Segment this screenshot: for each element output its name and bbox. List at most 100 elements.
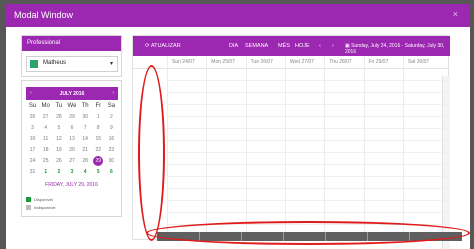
day-column-header[interactable]: Wed 27/07 [290, 59, 314, 65]
weekday-label: Su [28, 102, 37, 109]
time-slot-line [167, 164, 450, 165]
time-slot-line [167, 128, 450, 129]
time-slot-line [167, 176, 450, 177]
week-view-button[interactable]: SEMANA [245, 43, 268, 49]
weekday-label: Sa [107, 102, 116, 109]
calendar-day[interactable]: 30 [109, 158, 115, 164]
calendar-day[interactable]: 8 [97, 125, 100, 131]
day-column-header[interactable]: Tue 26/07 [251, 59, 273, 65]
calendar-day[interactable]: 12 [56, 136, 62, 142]
calendar-day[interactable]: 2 [57, 169, 60, 175]
day-column-header[interactable]: Sun 24/07 [172, 59, 195, 65]
day-column-header[interactable]: Sat 30/07 [408, 59, 429, 65]
professional-selected: Matheus [43, 60, 67, 66]
calendar-day[interactable]: 9 [110, 125, 113, 131]
calendar-day[interactable]: 26 [30, 114, 36, 120]
refresh-button[interactable]: ⟳ ATUALIZAR [145, 43, 181, 49]
time-slot-line [167, 104, 450, 105]
professional-label: Professional [22, 36, 121, 51]
professional-select[interactable]: Matheus ▾ [26, 56, 118, 72]
time-slot-line [167, 140, 450, 141]
calendar-day[interactable]: 21 [82, 147, 88, 153]
calendar-day[interactable]: 17 [30, 147, 36, 153]
time-slot-line [167, 212, 450, 213]
legend-swatch [26, 204, 31, 210]
calendar-day[interactable]: 29 [69, 114, 75, 120]
annotation-ellipse-bottom [146, 221, 470, 245]
calendar-day[interactable]: 1 [44, 169, 47, 175]
calendar-day[interactable]: 14 [82, 136, 88, 142]
calendar-day[interactable]: 18 [43, 147, 49, 153]
calendar-day[interactable]: 27 [43, 114, 49, 120]
next-week-icon[interactable]: › [332, 43, 334, 49]
calendar-month: JULY 2016 [59, 91, 85, 97]
legend-label: Disponível [34, 196, 53, 202]
calendar-header: ‹ JULY 2016 › [26, 87, 118, 100]
time-slot-line [167, 152, 450, 153]
calendar-day[interactable]: 6 [71, 125, 74, 131]
day-column-header[interactable]: Fri 29/07 [369, 59, 389, 65]
calendar-day[interactable]: 31 [30, 169, 36, 175]
day-view-button[interactable]: DIA [229, 43, 238, 49]
calendar-day[interactable]: 13 [69, 136, 75, 142]
chevron-down-icon[interactable]: ▾ [110, 60, 113, 67]
modal-title: Modal Window [14, 10, 74, 20]
calendar-day[interactable]: 27 [69, 158, 75, 164]
calendar-day[interactable]: 25 [43, 158, 49, 164]
time-slot-line [167, 188, 450, 189]
calendar-day[interactable]: 15 [95, 136, 101, 142]
column-divider [245, 56, 247, 236]
month-view-button[interactable]: MÊS [278, 43, 290, 49]
prev-week-icon[interactable]: ‹ [319, 43, 321, 49]
calendar-day[interactable]: 6 [110, 169, 113, 175]
column-divider [324, 56, 326, 236]
today-button[interactable]: HOJE [295, 43, 310, 49]
calendar-day[interactable]: 7 [84, 125, 87, 131]
calendar-day[interactable]: 1 [97, 114, 100, 120]
calendar-day[interactable]: 26 [56, 158, 62, 164]
day-column-header[interactable]: Thu 28/07 [329, 59, 352, 65]
calendar-days: 26 27 28 29 30 1 2 3 4 5 6 7 8 9 10 11 12 13 14 15 16 17 18 19 2… [26, 111, 118, 177]
calendar-day[interactable]: 4 [44, 125, 47, 131]
close-icon[interactable]: × [453, 9, 458, 19]
column-divider [167, 56, 168, 236]
calendar-day[interactable]: 28 [56, 114, 62, 120]
mini-calendar: ‹ JULY 2016 › Su Mo Tu We Th Fr Sa 26 27 28 29 30 1… [26, 87, 118, 177]
professional-panel: Professional Matheus ▾ [21, 35, 122, 77]
time-slot-line [167, 92, 450, 93]
calendar-day[interactable]: 3 [31, 125, 34, 131]
weekday-row: Su Mo Tu We Th Fr Sa [26, 100, 118, 111]
column-divider [363, 56, 365, 236]
calendar-day[interactable]: 11 [43, 136, 48, 142]
weekday-label: Mo [41, 102, 50, 109]
calendar-day[interactable]: 4 [84, 169, 87, 175]
calendar-day[interactable]: 16 [109, 136, 115, 142]
legend: Disponível Indisponível [26, 195, 55, 211]
date-range-picker[interactable]: ▣ Sunday, July 24, 2016 - Saturday, July… [345, 43, 450, 55]
calendar-panel: ‹ JULY 2016 › Su Mo Tu We Th Fr Sa 26 27 28 29 30 1… [21, 80, 122, 217]
week-grid: Sun 24/07 Mon 25/07 Tue 26/07 Wed 27/07 Thu … [133, 56, 450, 249]
calendar-day[interactable]: 10 [30, 136, 36, 142]
calendar-day[interactable]: 3 [71, 169, 74, 175]
color-swatch [30, 60, 38, 68]
legend-label: Indisponível [34, 204, 56, 210]
calendar-day[interactable]: 5 [57, 125, 60, 131]
calendar-day[interactable]: 5 [97, 169, 100, 175]
modal-header: Modal Window × [6, 4, 470, 27]
column-divider [206, 56, 208, 236]
calendar-day[interactable]: 2 [110, 114, 113, 120]
calendar-day[interactable]: 28 [82, 158, 88, 164]
next-month-icon[interactable]: › [112, 90, 114, 96]
calendar-day[interactable]: 19 [56, 147, 62, 153]
calendar-day[interactable]: 23 [109, 147, 115, 153]
calendar-day[interactable]: 20 [69, 147, 75, 153]
column-divider [284, 56, 286, 236]
day-column-header[interactable]: Mon 25/07 [211, 59, 235, 65]
calendar-day[interactable]: 22 [95, 147, 101, 153]
calendar-day-selected[interactable]: 29 [93, 155, 104, 166]
calendar-day[interactable]: 24 [30, 158, 36, 164]
weekday-label: Fr [95, 102, 102, 109]
time-slot-line [167, 200, 450, 201]
calendar-day[interactable]: 30 [82, 114, 88, 120]
time-slot-line [167, 80, 450, 81]
